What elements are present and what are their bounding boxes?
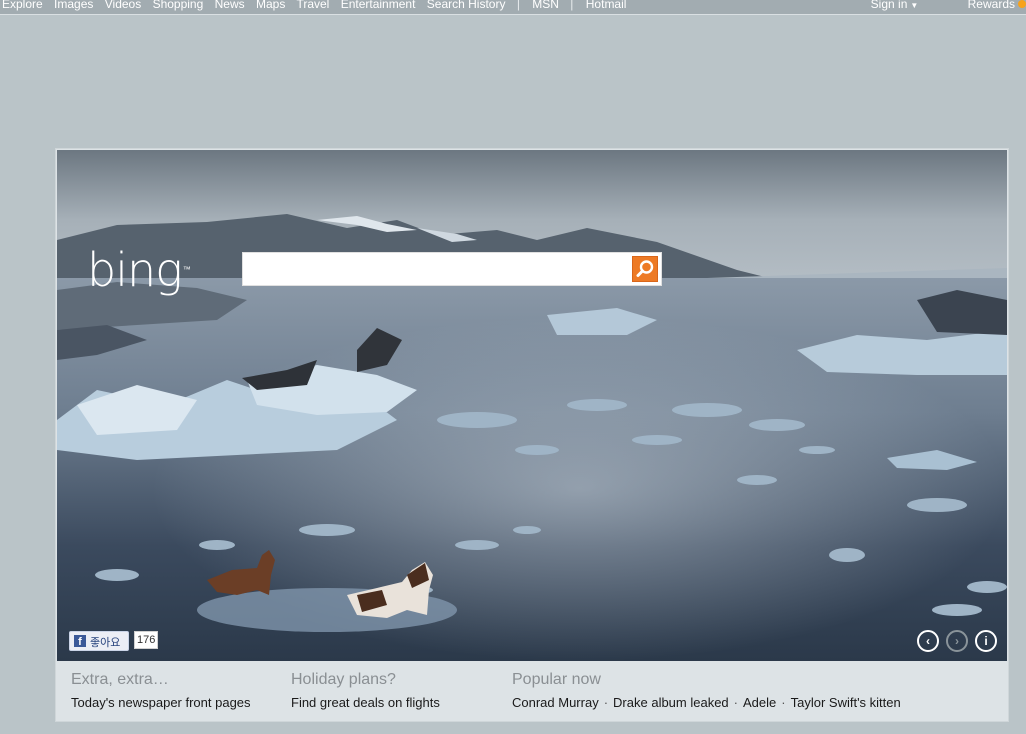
top-nav-links: Explore Images Videos Shopping News Maps… xyxy=(2,0,634,11)
extra-heading: Extra, extra… xyxy=(71,671,169,688)
like-count: 176 xyxy=(134,631,159,649)
holiday-heading: Holiday plans? xyxy=(291,671,396,688)
search-button[interactable] xyxy=(632,256,658,282)
info-icon: i xyxy=(984,634,988,648)
next-image-button[interactable]: › xyxy=(946,630,968,652)
nav-videos[interactable]: Videos xyxy=(105,0,141,11)
nav-separator: | xyxy=(570,0,574,11)
image-info-button[interactable]: i xyxy=(975,630,997,652)
holiday-section: Holiday plans? Find great deals on fligh… xyxy=(291,671,440,711)
homepage-panel: bing™ f 좋아요 176 ‹ › i Extra, extra… Toda… xyxy=(55,148,1009,722)
top-nav-bar: Explore Images Videos Shopping News Maps… xyxy=(0,0,1026,15)
holiday-link[interactable]: Find great deals on flights xyxy=(291,695,440,711)
popular-item[interactable]: Conrad Murray xyxy=(512,695,599,710)
nav-entertainment[interactable]: Entertainment xyxy=(341,0,416,11)
chevron-left-icon: ‹ xyxy=(926,634,930,648)
bing-logo[interactable]: bing™ xyxy=(87,247,191,293)
extra-link[interactable]: Today's newspaper front pages xyxy=(71,695,251,711)
nav-maps[interactable]: Maps xyxy=(256,0,285,11)
popular-item[interactable]: Drake album leaked xyxy=(613,695,729,710)
nav-travel[interactable]: Travel xyxy=(296,0,329,11)
hero-image: bing™ f 좋아요 176 ‹ › i xyxy=(57,150,1007,661)
bullet-separator: · xyxy=(603,695,609,710)
popular-list: Conrad Murray · Drake album leaked · Adele · T… xyxy=(512,695,901,711)
extra-section: Extra, extra… Today's newspaper front pa… xyxy=(71,671,251,711)
nav-images[interactable]: Images xyxy=(54,0,93,11)
bullet-separator: · xyxy=(733,695,739,710)
trademark-symbol: ™ xyxy=(182,265,191,274)
magnifier-icon xyxy=(636,260,654,277)
top-nav-right: Sign in ▼ Rewards xyxy=(825,0,1026,11)
search-input[interactable] xyxy=(249,257,623,283)
popular-item[interactable]: Taylor Swift's kitten xyxy=(791,695,901,710)
nav-hotmail[interactable]: Hotmail xyxy=(586,0,627,11)
nav-search-history[interactable]: Search History xyxy=(427,0,506,11)
popular-section: Popular now Conrad Murray · Drake album le… xyxy=(512,671,901,711)
facebook-icon: f xyxy=(74,635,86,648)
popular-item[interactable]: Adele xyxy=(743,695,776,710)
search-box xyxy=(242,252,662,286)
nav-explore[interactable]: Explore xyxy=(2,0,43,11)
like-label: 좋아요 xyxy=(90,637,121,649)
sign-in-link[interactable]: Sign in ▼ xyxy=(871,0,919,11)
nav-msn[interactable]: MSN xyxy=(532,0,559,11)
rewards-icon xyxy=(1018,0,1026,8)
nav-separator: | xyxy=(516,0,520,11)
logo-text: bing xyxy=(87,243,183,297)
bullet-separator: · xyxy=(781,695,786,710)
prev-image-button[interactable]: ‹ xyxy=(917,630,939,652)
caret-down-icon: ▼ xyxy=(910,1,919,10)
chevron-right-icon: › xyxy=(955,634,959,648)
rewards-label: Rewards xyxy=(967,0,1015,11)
nav-news[interactable]: News xyxy=(215,0,245,11)
nav-shopping[interactable]: Shopping xyxy=(153,0,204,11)
facebook-like-button[interactable]: f 좋아요 xyxy=(69,631,129,651)
glacier-lagoon-photo xyxy=(57,150,1007,661)
rewards-link[interactable]: Rewards xyxy=(968,0,1026,11)
sign-in-label: Sign in xyxy=(870,0,908,11)
popular-heading: Popular now xyxy=(512,671,601,688)
